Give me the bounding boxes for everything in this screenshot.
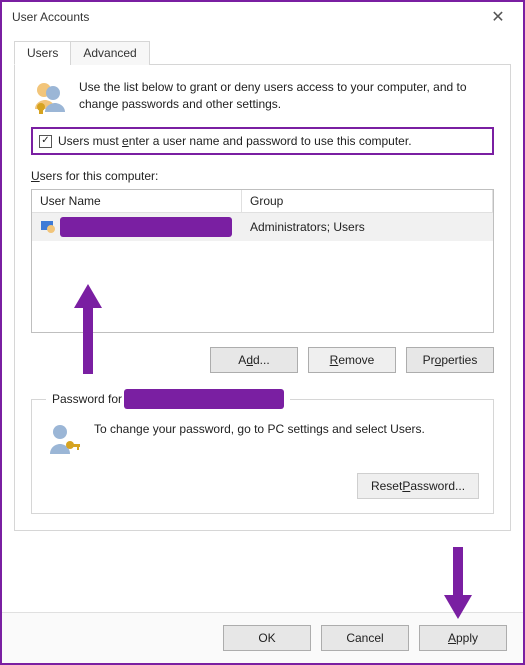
user-group-cell: Administrators; Users xyxy=(242,216,493,238)
content: Users Advanced Use the list below to gra… xyxy=(2,32,523,543)
intro-row: Use the list below to grant or deny user… xyxy=(31,79,494,115)
checkbox-label: Users must enter a user name and passwor… xyxy=(58,134,412,148)
user-row[interactable]: Administrators; Users xyxy=(32,213,493,241)
password-text: To change your password, go to PC settin… xyxy=(94,421,425,457)
tab-strip: Users Advanced xyxy=(14,40,511,65)
users-list-label: Users for this computer: xyxy=(31,169,494,183)
close-icon[interactable]: ✕ xyxy=(479,3,517,31)
users-panel: Use the list below to grant or deny user… xyxy=(14,65,511,531)
cancel-button[interactable]: Cancel xyxy=(321,625,409,651)
window-title: User Accounts xyxy=(12,10,479,24)
titlebar: User Accounts ✕ xyxy=(2,2,523,32)
users-list: User Name Group Administrators; Users xyxy=(31,189,494,333)
redacted-username xyxy=(60,217,232,237)
user-buttons: Add... Remove Properties xyxy=(31,347,494,373)
user-name-cell xyxy=(32,213,242,241)
reset-password-button: Reset Password... xyxy=(357,473,479,499)
properties-button[interactable]: Properties xyxy=(406,347,494,373)
add-button[interactable]: Add... xyxy=(210,347,298,373)
redacted-username xyxy=(124,389,284,409)
tab-advanced[interactable]: Advanced xyxy=(70,41,149,65)
apply-button[interactable]: Apply xyxy=(419,625,507,651)
checkbox-icon xyxy=(39,135,52,148)
column-username[interactable]: User Name xyxy=(32,190,242,212)
user-account-icon xyxy=(40,218,56,237)
user-key-icon xyxy=(46,421,82,457)
require-login-checkbox[interactable]: Users must enter a user name and passwor… xyxy=(31,127,494,155)
intro-text: Use the list below to grant or deny user… xyxy=(79,79,494,115)
dialog-footer: OK Cancel Apply xyxy=(2,612,523,663)
remove-button: Remove xyxy=(308,347,396,373)
ok-button[interactable]: OK xyxy=(223,625,311,651)
password-fieldset: Password for To change your password, go… xyxy=(31,389,494,514)
tab-users[interactable]: Users xyxy=(14,41,71,65)
annotation-arrow-down xyxy=(444,547,472,619)
column-group[interactable]: Group xyxy=(242,190,493,212)
list-header: User Name Group xyxy=(32,190,493,213)
password-legend: Password for xyxy=(46,389,290,409)
users-icon xyxy=(31,79,67,115)
